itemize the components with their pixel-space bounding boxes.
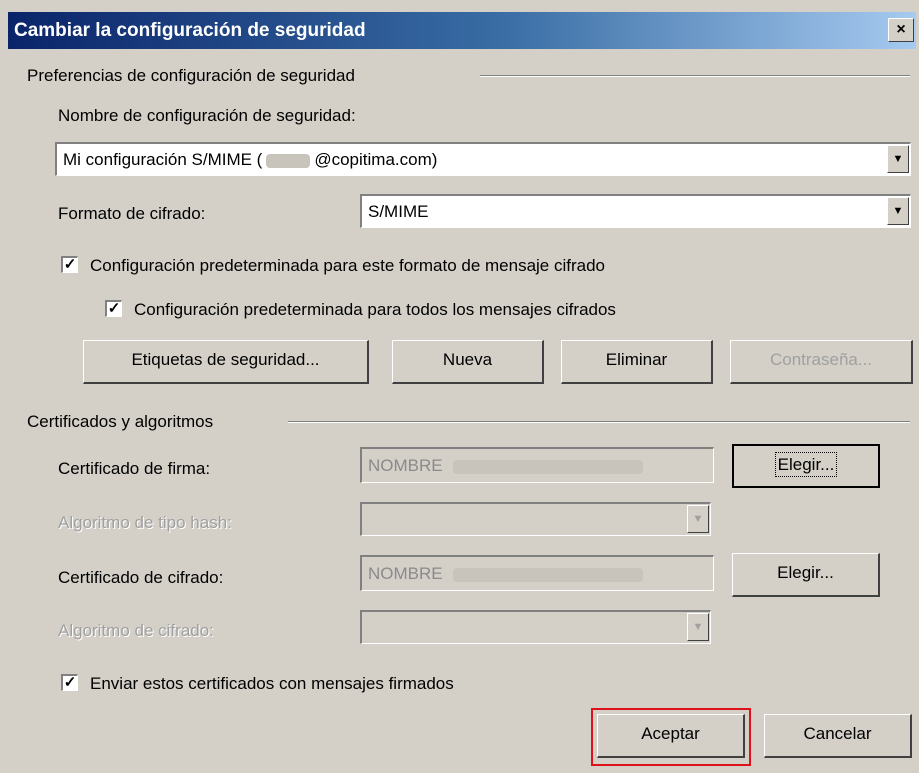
default-all-label: Configuración predeterminada para todos … bbox=[134, 300, 616, 319]
choose-signing-cert-button[interactable]: Elegir... bbox=[732, 444, 880, 488]
send-certs-label: Enviar estos certificados con mensajes f… bbox=[90, 674, 454, 693]
window-title: Cambiar la configuración de seguridad bbox=[14, 20, 366, 41]
signing-cert-label: Certificado de firma: bbox=[58, 459, 211, 478]
security-labels-button[interactable]: Etiquetas de seguridad... bbox=[83, 340, 369, 384]
ok-button[interactable]: Aceptar bbox=[597, 714, 745, 758]
default-all-checkbox[interactable]: ✓ bbox=[105, 300, 122, 317]
format-select[interactable]: S/MIME ▼ bbox=[360, 194, 911, 228]
check-icon: ✓ bbox=[63, 674, 77, 691]
check-icon: ✓ bbox=[107, 300, 121, 317]
cancel-button[interactable]: Cancelar bbox=[764, 714, 912, 758]
encryption-cert-label: Certificado de cifrado: bbox=[58, 568, 224, 587]
signing-cert-value: NOMBRE bbox=[368, 456, 443, 475]
hash-algorithm-label: Algoritmo de tipo hash: bbox=[58, 513, 232, 532]
chevron-down-icon[interactable]: ▼ bbox=[687, 505, 709, 533]
preferences-group-divider bbox=[480, 75, 910, 77]
close-button[interactable]: × bbox=[888, 18, 914, 42]
close-icon: × bbox=[896, 21, 906, 38]
chevron-down-icon[interactable]: ▼ bbox=[887, 145, 909, 173]
encryption-cert-field: NOMBRE bbox=[360, 555, 714, 591]
format-value: S/MIME bbox=[368, 202, 429, 221]
chevron-down-icon[interactable]: ▼ bbox=[687, 613, 709, 641]
check-icon: ✓ bbox=[63, 256, 77, 273]
title-bar: Cambiar la configuración de seguridad × bbox=[8, 12, 916, 49]
default-format-checkbox[interactable]: ✓ bbox=[61, 256, 78, 273]
new-button[interactable]: Nueva bbox=[392, 340, 544, 384]
redacted-name bbox=[452, 567, 643, 582]
redacted-name bbox=[452, 459, 643, 474]
certificates-group-label: Certificados y algoritmos bbox=[27, 412, 214, 431]
signing-cert-field: NOMBRE bbox=[360, 447, 714, 483]
send-certs-checkbox[interactable]: ✓ bbox=[61, 674, 78, 691]
config-name-label: Nombre de configuración de seguridad: bbox=[58, 106, 356, 125]
format-label: Formato de cifrado: bbox=[58, 204, 206, 223]
redacted-email bbox=[266, 153, 311, 168]
delete-button[interactable]: Eliminar bbox=[561, 340, 713, 384]
encryption-algorithm-select[interactable]: ▼ bbox=[360, 610, 711, 644]
encryption-algorithm-label: Algoritmo de cifrado: bbox=[58, 621, 214, 640]
hash-algorithm-select[interactable]: ▼ bbox=[360, 502, 711, 536]
certificates-group-divider bbox=[288, 421, 910, 423]
password-button[interactable]: Contraseña... bbox=[730, 340, 913, 384]
encryption-cert-value: NOMBRE bbox=[368, 564, 443, 583]
chevron-down-icon[interactable]: ▼ bbox=[887, 197, 909, 225]
default-format-label: Configuración predeterminada para este f… bbox=[90, 256, 606, 275]
config-name-value: Mi configuración S/MIME (@copitima.com) bbox=[63, 150, 438, 169]
preferences-group-label: Preferencias de configuración de segurid… bbox=[27, 66, 355, 85]
config-name-select[interactable]: Mi configuración S/MIME (@copitima.com) … bbox=[55, 142, 911, 176]
choose-encryption-cert-button[interactable]: Elegir... bbox=[732, 553, 880, 597]
